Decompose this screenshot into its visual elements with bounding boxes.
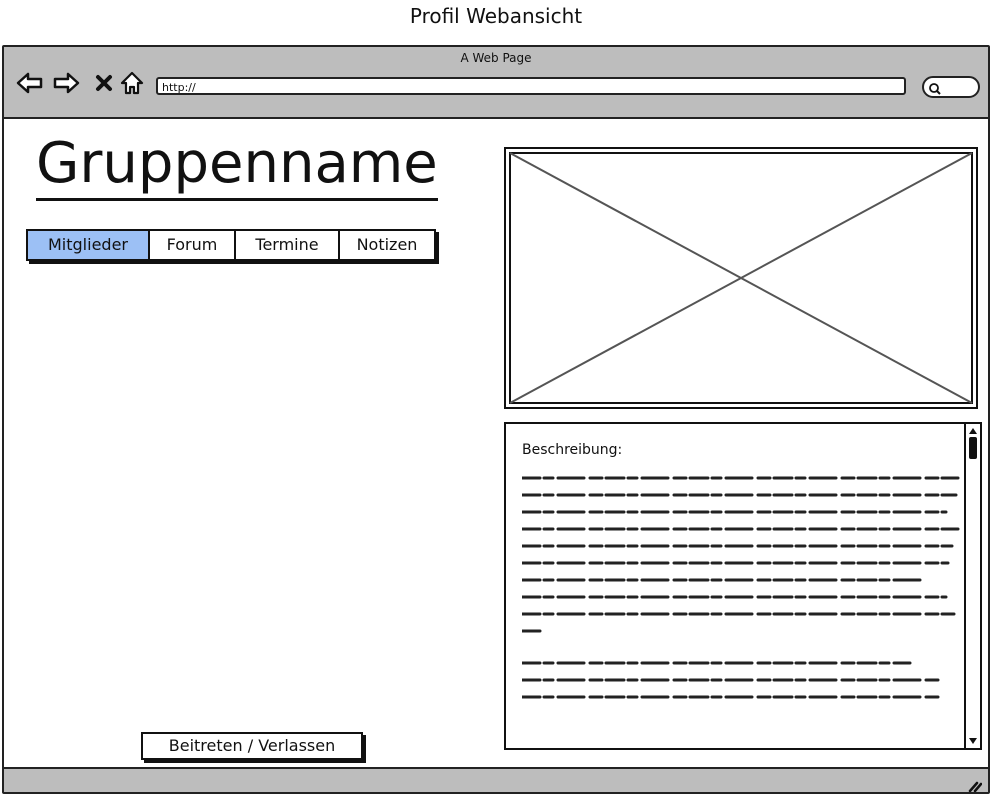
browser-chrome: A Web Page http:// (4, 47, 988, 119)
description-label: Beschreibung: (522, 442, 623, 458)
back-arrow-icon[interactable] (16, 69, 44, 97)
resize-grip-icon[interactable] (968, 777, 983, 792)
tab-notizen[interactable]: Notizen (340, 231, 434, 259)
search-box[interactable] (922, 76, 980, 98)
join-leave-button[interactable]: Beitreten / Verlassen (141, 732, 363, 760)
search-icon (928, 81, 942, 100)
description-box: Beschreibung: (504, 422, 982, 750)
close-x-icon[interactable] (90, 69, 118, 97)
browser-window: A Web Page http:// Gruppenname Mitgliede… (2, 45, 990, 794)
group-image-placeholder (504, 147, 978, 409)
description-scrollbar[interactable] (964, 424, 980, 748)
wireframe-caption: Profil Webansicht (409, 4, 583, 28)
description-placeholder-text (522, 476, 960, 699)
url-field[interactable]: http:// (156, 77, 906, 95)
tab-mitglieder[interactable]: Mitglieder (28, 231, 150, 259)
tab-forum[interactable]: Forum (150, 231, 236, 259)
browser-title: A Web Page (460, 51, 532, 65)
tab-bar: Mitglieder Forum Termine Notizen (26, 229, 436, 261)
group-name-heading: Gruppenname (36, 132, 438, 201)
tab-termine[interactable]: Termine (236, 231, 340, 259)
status-bar (4, 767, 988, 792)
home-icon[interactable] (118, 69, 146, 97)
forward-arrow-icon[interactable] (52, 69, 80, 97)
